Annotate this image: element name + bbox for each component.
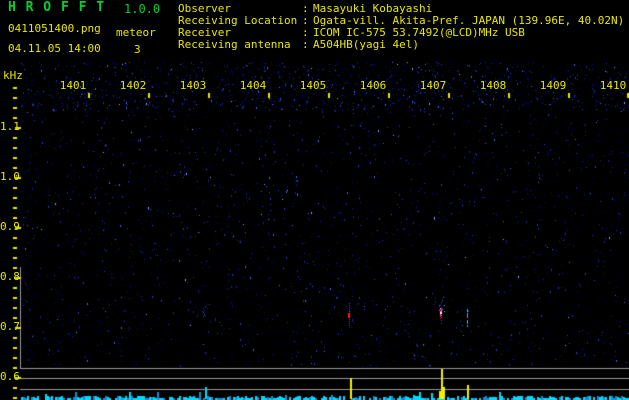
time-tick-label: 1407 <box>419 79 447 92</box>
output-filename: 0411051400.png <box>8 22 101 35</box>
freq-tick-label: 1.1 <box>0 120 20 133</box>
spectrogram-canvas <box>0 0 629 400</box>
hrofft-window: H R O F F T 1.0.0 0411051400.png meteor … <box>0 0 629 400</box>
time-tick-label: 1401 <box>59 79 87 92</box>
app-title: H R O F F T <box>8 0 106 15</box>
time-tick-label: 1404 <box>239 79 267 92</box>
info-block: Observer: Masayuki Kobayashi Receiving Loc… <box>178 3 624 51</box>
freq-tick-label: 0.7 <box>0 320 20 333</box>
observation-datetime: 04.11.05 14:00 <box>8 42 101 55</box>
time-tick-label: 1409 <box>539 79 567 92</box>
freq-tick-label: 0.8 <box>0 270 20 283</box>
time-tick-label: 1402 <box>119 79 147 92</box>
info-row: Receiving antenna: A504HB(yagi 4el) <box>178 38 419 51</box>
time-tick-label: 1405 <box>299 79 327 92</box>
time-tick-label: 1406 <box>359 79 387 92</box>
freq-axis-labels: 1.1 1.0 0.9 0.8 0.7 0.6 <box>0 0 20 400</box>
time-tick-label: 1408 <box>479 79 507 92</box>
app-version: 1.0.0 <box>124 2 161 16</box>
freq-tick-label: 0.6 <box>0 370 20 383</box>
time-axis-labels: 1401 1402 1403 1404 1405 1406 1407 1408 1409 1410 <box>0 80 629 92</box>
freq-tick-label: 0.9 <box>0 220 20 233</box>
observation-mode: meteor <box>116 26 156 39</box>
freq-tick-label: 1.0 <box>0 170 20 183</box>
time-tick-label: 1403 <box>179 79 207 92</box>
time-tick-label: 1410 <box>599 79 627 92</box>
echo-count: 3 <box>134 43 141 56</box>
